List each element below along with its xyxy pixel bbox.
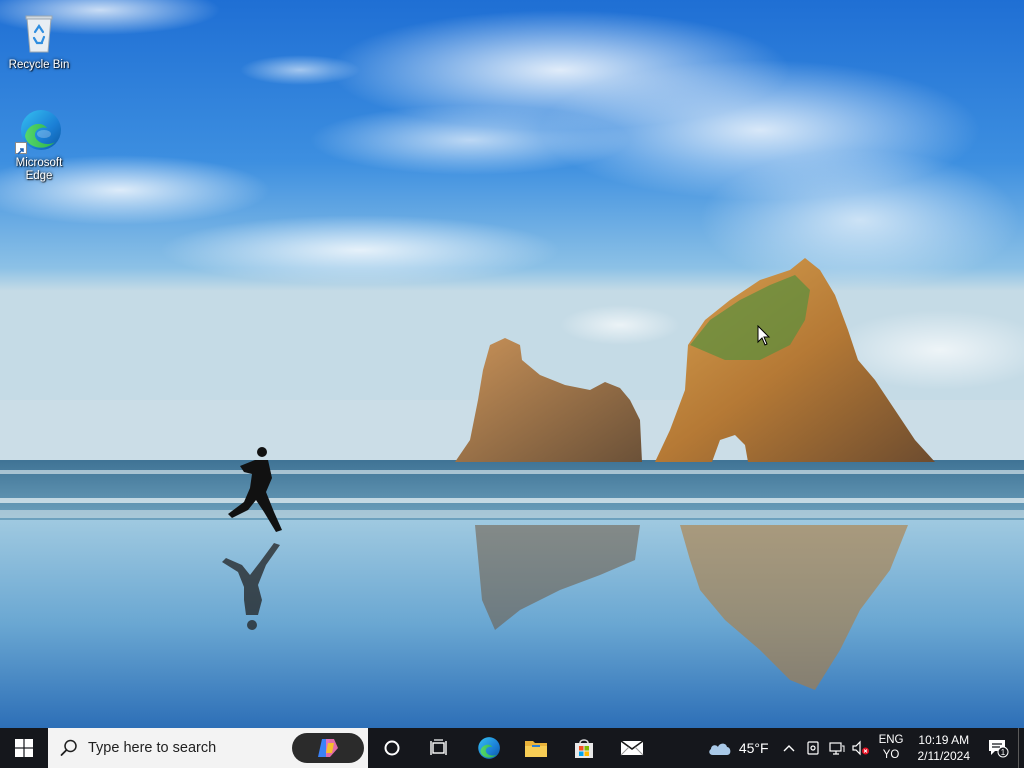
desktop-wallpaper (0, 0, 1024, 728)
tray-device-icon-button[interactable] (801, 728, 825, 768)
input-language-indicator[interactable]: ENG YO (873, 728, 910, 768)
mail-button[interactable] (608, 728, 656, 768)
file-explorer-button[interactable] (512, 728, 560, 768)
weather-temperature: 45°F (738, 740, 769, 756)
edge-icon (478, 737, 500, 759)
desktop-icon-label: Recycle Bin (8, 59, 70, 71)
system-tray: 45°F ENG YO 10:19 AM 2/11/2024 1 (701, 728, 1024, 768)
task-view-icon (430, 739, 447, 755)
network-icon (828, 742, 845, 755)
desktop[interactable]: Recycle Bin Microsoft Edge Type here to … (0, 0, 1024, 768)
clock-time: 10:19 AM (918, 733, 970, 747)
notification-icon: 1 (989, 740, 1009, 758)
language-code: ENG (878, 734, 904, 746)
volume-muted-icon (851, 740, 869, 756)
cortana-button[interactable] (368, 728, 416, 768)
desktop-icon-label: Microsoft Edge (15, 157, 63, 182)
start-button[interactable] (0, 728, 48, 768)
device-icon (806, 741, 819, 755)
clock[interactable]: 10:19 AM 2/11/2024 (910, 728, 979, 768)
task-view-button[interactable] (416, 728, 464, 768)
store-bag-icon (575, 739, 593, 758)
microsoft-store-button[interactable] (560, 728, 608, 768)
taskbar: Type here to search 45°F ENG YO 10:19 AM… (0, 728, 1024, 768)
notification-count: 1 (1001, 748, 1006, 757)
windows-logo-icon (15, 739, 33, 757)
keyboard-layout-code: YO (882, 749, 900, 761)
edge-icon (15, 106, 63, 155)
search-placeholder: Type here to search (88, 740, 217, 756)
recycle-bin-icon (15, 8, 63, 56)
copilot-button[interactable] (292, 733, 364, 763)
weather-widget[interactable]: 45°F (701, 728, 777, 768)
show-desktop-button[interactable] (1018, 728, 1024, 768)
shortcut-arrow-icon (15, 142, 27, 155)
taskbar-edge-button[interactable] (464, 728, 512, 768)
cloud-icon (709, 743, 731, 755)
volume-button[interactable] (849, 728, 873, 768)
action-center-button[interactable]: 1 (978, 728, 1018, 768)
clock-date: 2/11/2024 (917, 749, 971, 763)
search-icon (60, 739, 77, 756)
mail-envelope-icon (620, 740, 644, 756)
show-hidden-icons-button[interactable] (777, 728, 801, 768)
copilot-icon (318, 739, 338, 757)
taskbar-search-box[interactable]: Type here to search (48, 728, 368, 768)
folder-icon (525, 741, 547, 757)
desktop-icon-recycle-bin[interactable]: Recycle Bin (4, 8, 74, 72)
network-button[interactable] (825, 728, 849, 768)
cortana-circle-icon (384, 740, 400, 756)
mouse-cursor-icon (757, 325, 771, 346)
chevron-up-icon (783, 745, 795, 752)
desktop-icon-microsoft-edge[interactable]: Microsoft Edge (4, 106, 74, 183)
